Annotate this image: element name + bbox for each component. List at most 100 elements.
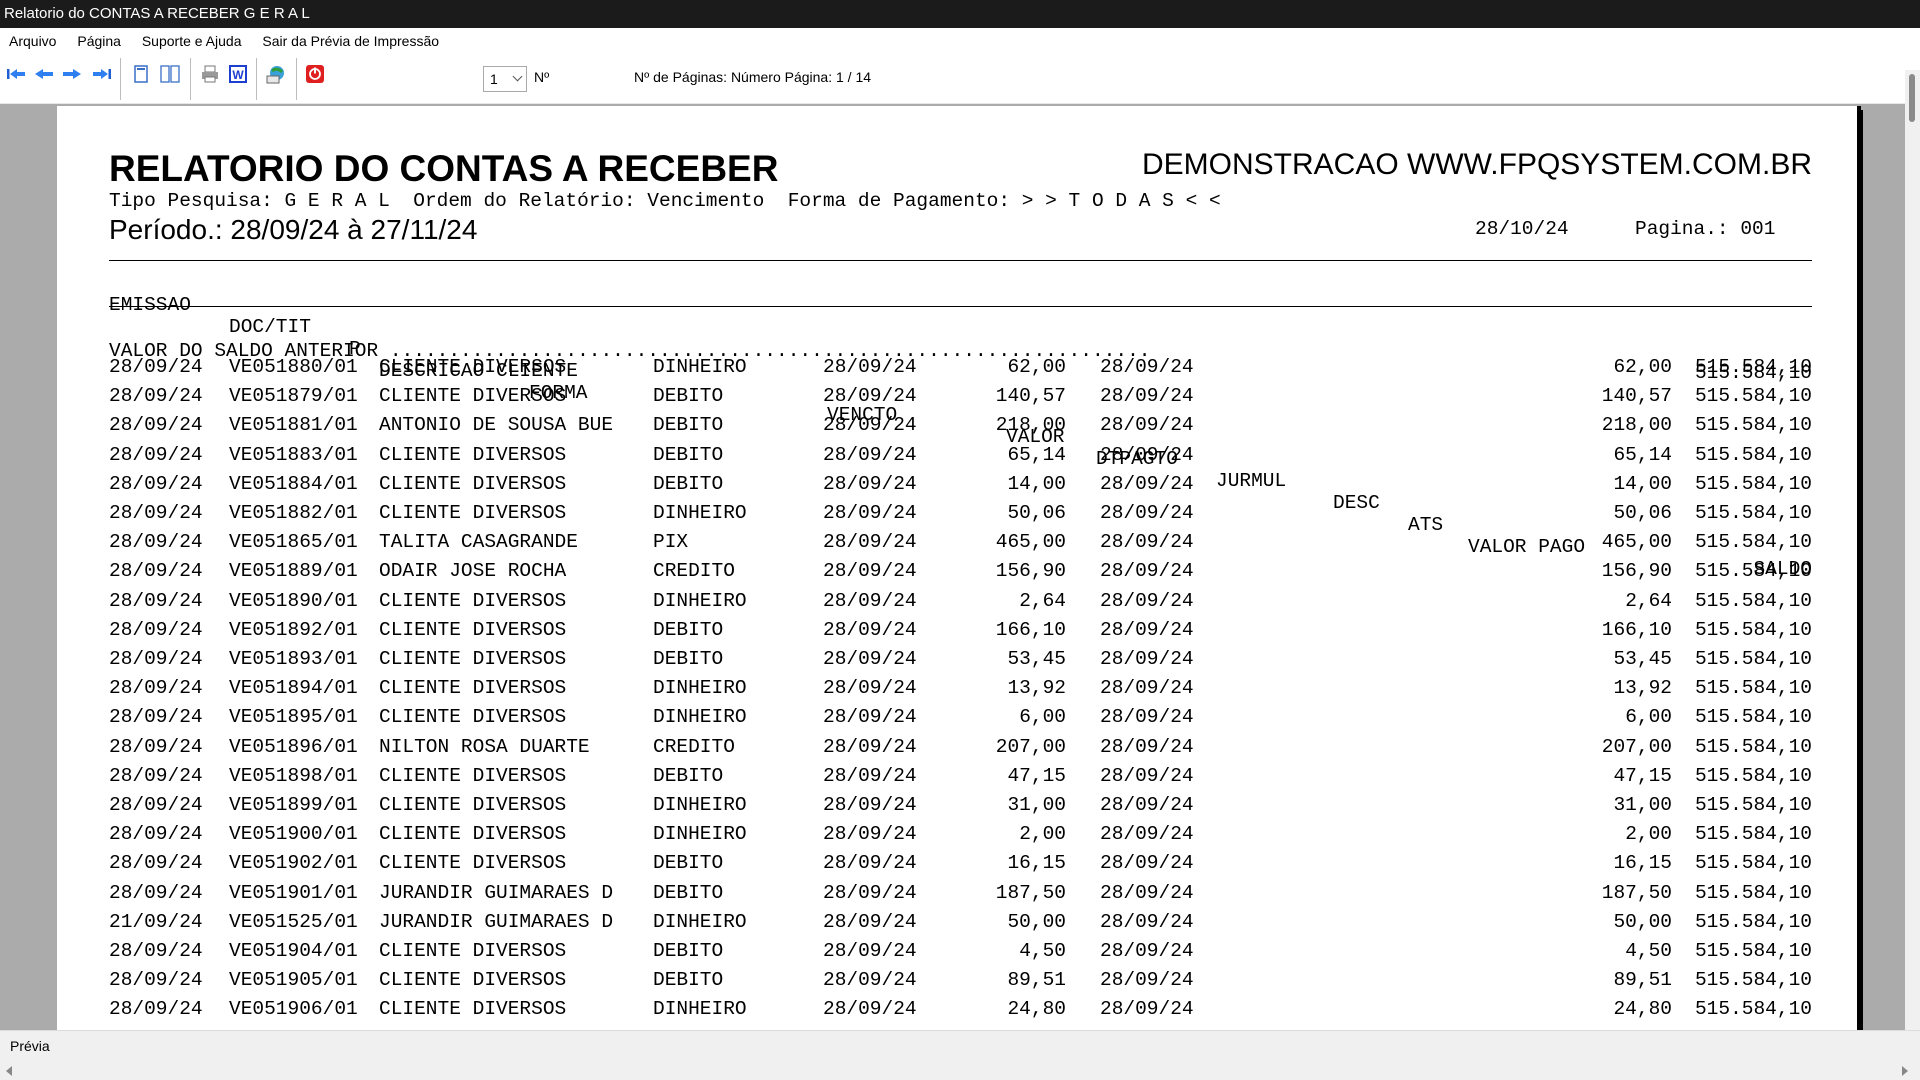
cell-emissao: 28/09/24 [109,998,203,1021]
first-page-icon[interactable] [4,62,28,86]
menu-arquivo[interactable]: Arquivo [9,33,56,49]
menu-suporte-ajuda[interactable]: Suporte e Ajuda [142,33,242,49]
menu-pagina[interactable]: Página [77,33,121,49]
cell-valor-pago: 65,14 [1613,443,1672,466]
cell-valor-pago: 2,00 [1625,823,1672,846]
cell-forma: DEBITO [653,618,724,641]
cell-doc: VE051898/01 [229,764,358,787]
cell-saldo: 515.584,10 [1694,502,1812,524]
cell-valor: 89,51 [1007,969,1066,992]
scroll-left-icon[interactable] [6,1066,12,1076]
cell-emissao: 28/09/24 [109,969,203,992]
cell-valor: 4,50 [1019,940,1066,962]
cell-dtpagto: 28/09/24 [1100,706,1194,729]
print-icon[interactable] [198,62,222,86]
single-page-icon[interactable] [129,62,153,86]
word-export-icon[interactable]: W [226,62,250,86]
cell-valor: 13,92 [1007,677,1066,700]
cell-valor-pago: 62,00 [1613,356,1672,378]
cell-vencto: 28/09/24 [823,502,917,524]
cell-dtpagto: 28/09/24 [1100,677,1194,700]
cell-cliente: CLIENTE DIVERSOS [379,443,567,466]
table-row: 28/09/24 VE051889/01 ODAIR JOSE ROCHA CREDI… [57,560,1857,584]
cell-emissao: 28/09/24 [109,472,203,495]
cell-doc: VE051905/01 [229,969,358,992]
cell-doc: VE051906/01 [229,998,358,1021]
cell-saldo: 515.584,10 [1694,618,1812,641]
cell-valor: 140,57 [995,385,1066,408]
cell-valor-pago: 31,00 [1613,794,1672,816]
cell-vencto: 28/09/24 [823,998,917,1021]
table-row: 28/09/24 VE051901/01 JURANDIR GUIMARAES D D… [57,882,1857,906]
header-bottom-rule [109,306,1812,307]
cell-doc: VE051894/01 [229,677,358,700]
next-page-icon[interactable] [60,62,84,86]
table-row: 28/09/24 VE051893/01 CLIENTE DIVERSOS DEBIT… [57,648,1857,672]
cell-valor: 16,15 [1007,852,1066,875]
cell-valor: 14,00 [1007,472,1066,495]
cell-dtpagto: 28/09/24 [1100,502,1194,524]
cell-doc: VE051525/01 [229,910,358,933]
report-period: Período.: 28/09/24 à 27/11/24 [109,214,478,245]
cell-valor: 2,64 [1019,589,1066,612]
cell-forma: CREDITO [653,735,735,758]
email-export-icon[interactable] [264,62,288,86]
horizontal-scrollbar[interactable] [0,1060,1920,1080]
cell-saldo: 515.584,10 [1694,648,1812,670]
table-row: 28/09/24 VE051884/01 CLIENTE DIVERSOS DEBIT… [57,473,1857,497]
cell-doc: VE051889/01 [229,560,358,583]
two-pages-icon[interactable] [158,62,182,86]
cell-vencto: 28/09/24 [823,618,917,641]
cell-forma: DEBITO [653,443,724,466]
cell-saldo: 515.584,10 [1694,735,1812,758]
table-row: 28/09/24 VE051906/01 CLIENTE DIVERSOS DINHE… [57,998,1857,1022]
page-number-select[interactable]: 1 [483,66,527,92]
menu-sair-previa[interactable]: Sair da Prévia de Impressão [262,33,439,49]
cell-valor-pago: 465,00 [1601,531,1672,554]
cell-vencto: 28/09/24 [823,881,917,904]
cell-vencto: 28/09/24 [823,852,917,875]
table-row: 28/09/24 VE051880/01 CLIENTE DIVERSOS DINHE… [57,356,1857,380]
prev-page-icon[interactable] [32,62,56,86]
scroll-thumb[interactable] [1909,74,1915,122]
cell-cliente: ODAIR JOSE ROCHA [379,560,567,583]
report-company: DEMONSTRACAO WWW.FPQSYSTEM.COM.BR [1141,148,1812,181]
scroll-right-icon[interactable] [1902,1066,1908,1076]
cell-valor-pago: 89,51 [1613,969,1672,992]
cell-forma: DINHEIRO [653,502,747,524]
table-row: 28/09/24 VE051883/01 CLIENTE DIVERSOS DEBIT… [57,444,1857,468]
last-page-icon[interactable] [90,62,114,86]
cell-valor-pago: 50,00 [1613,910,1672,933]
cell-valor: 50,06 [1007,502,1066,524]
cell-saldo: 515.584,10 [1694,385,1812,408]
table-row: 28/09/24 VE051904/01 CLIENTE DIVERSOS DEBIT… [57,940,1857,964]
cell-dtpagto: 28/09/24 [1100,472,1194,495]
cell-vencto: 28/09/24 [823,910,917,933]
cell-vencto: 28/09/24 [823,823,917,846]
cell-cliente: CLIENTE DIVERSOS [379,764,567,787]
table-row: 21/09/24 VE051525/01 JURANDIR GUIMARAES D D… [57,911,1857,935]
cell-forma: DEBITO [653,764,724,787]
cell-vencto: 28/09/24 [823,764,917,787]
report-page-number: Pagina.: 001 [1635,218,1776,240]
cell-doc: VE051865/01 [229,531,358,554]
table-row: 28/09/24 VE051865/01 TALITA CASAGRANDE PIX 2… [57,531,1857,555]
cell-emissao: 28/09/24 [109,881,203,904]
cell-valor-pago: 140,57 [1601,385,1672,408]
column-headers: EMISSAO DOC/TIT P DESCRICAO CLIENTE FORM… [57,272,1857,580]
col-emissao: EMISSAO [109,294,191,316]
cell-valor-pago: 6,00 [1625,706,1672,729]
cell-vencto: 28/09/24 [823,940,917,962]
cell-cliente: CLIENTE DIVERSOS [379,969,567,992]
header-top-rule [109,260,1812,261]
report-date: 28/10/24 [1475,218,1569,240]
table-row: 28/09/24 VE051879/01 CLIENTE DIVERSOS DEBIT… [57,385,1857,409]
cell-doc: VE051882/01 [229,502,358,524]
close-preview-icon[interactable] [303,62,327,86]
cell-forma: DEBITO [653,940,724,962]
table-row: 28/09/24 VE051881/01 ANTONIO DE SOUSA BUE D… [57,414,1857,438]
cell-cliente: CLIENTE DIVERSOS [379,589,567,612]
table-row: 28/09/24 VE051895/01 CLIENTE DIVERSOS DINHE… [57,706,1857,730]
window-title: Relatorio do CONTAS A RECEBER G E R A L [0,0,1920,28]
vertical-scrollbar[interactable] [1905,70,1920,1030]
